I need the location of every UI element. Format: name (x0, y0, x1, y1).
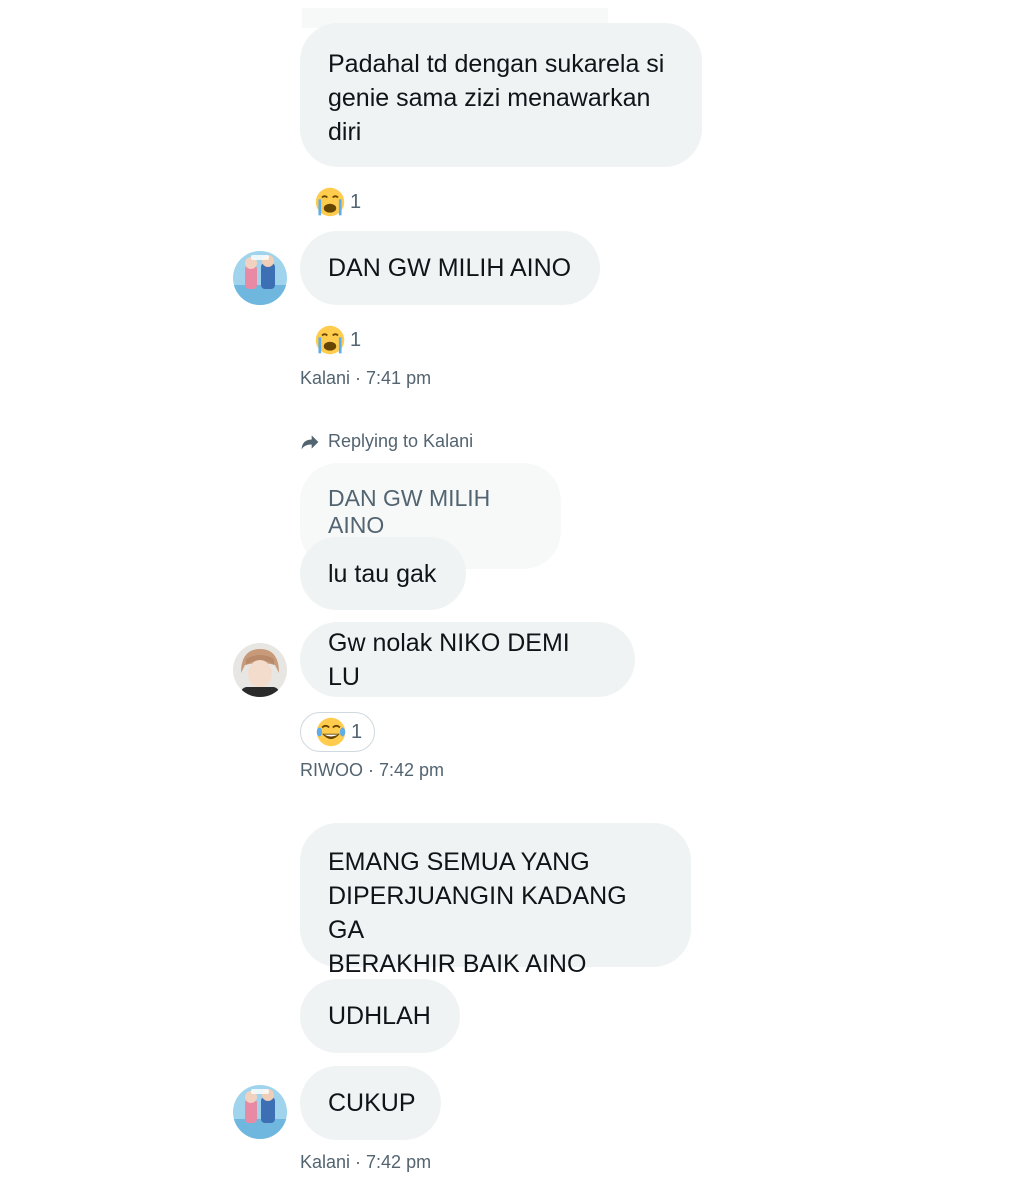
message-bubble[interactable]: Gw nolak NIKO DEMI LU (300, 622, 635, 697)
chat-thread: Padahal td dengan sukarela si genie sama… (0, 0, 1024, 1200)
loudly-crying-face-icon (315, 325, 345, 355)
reaction-chip[interactable]: 1 (314, 322, 361, 358)
message-meta: Kalani · 7:42 pm (300, 1152, 432, 1172)
message-bubble[interactable]: DAN GW MILIH AINO (300, 231, 600, 305)
message-bubble[interactable]: Padahal td dengan sukarela si genie sama… (300, 23, 702, 167)
reaction-count: 1 (350, 190, 362, 213)
reaction-count: 1 (351, 720, 363, 743)
avatar-image (233, 251, 287, 305)
message-text: UDHLAH (328, 1002, 431, 1030)
loudly-crying-face-icon (315, 187, 345, 217)
reaction-count: 1 (350, 328, 362, 351)
message-text: Gw nolak NIKO DEMI LU (328, 628, 570, 691)
quoted-text: DAN GW MILIH AINO (328, 485, 491, 538)
message-bubble[interactable]: CUKUP (300, 1066, 441, 1140)
message-text: EMANG SEMUA YANG DIPERJUANGIN KADANG GA … (328, 848, 627, 978)
message-bubble[interactable]: EMANG SEMUA YANG DIPERJUANGIN KADANG GA … (300, 823, 691, 978)
replying-text: Replying to Kalani (328, 431, 474, 451)
avatar-riwoo[interactable] (233, 643, 287, 697)
avatar-kalani[interactable] (233, 251, 287, 305)
reply-arrow-icon (301, 434, 319, 449)
avatar-image (233, 1085, 287, 1139)
replying-to-label: Replying to Kalani (300, 431, 473, 452)
message-text: DAN GW MILIH AINO (328, 254, 572, 282)
message-text: CUKUP (328, 1089, 416, 1117)
message-meta: RIWOO · 7:42 pm (300, 760, 445, 780)
avatar-kalani[interactable] (233, 1085, 287, 1139)
message-bubble[interactable]: lu tau gak (300, 537, 466, 610)
message-meta: Kalani · 7:41 pm (300, 368, 432, 388)
tears-of-joy-face-icon (316, 717, 346, 747)
reaction-chip[interactable]: 1 (314, 184, 361, 220)
message-bubble[interactable]: UDHLAH (300, 979, 460, 1053)
message-text: Padahal td dengan sukarela si genie sama… (328, 50, 665, 146)
reaction-chip[interactable]: 1 (300, 712, 376, 752)
avatar-image (233, 643, 287, 697)
message-text: lu tau gak (328, 559, 437, 588)
